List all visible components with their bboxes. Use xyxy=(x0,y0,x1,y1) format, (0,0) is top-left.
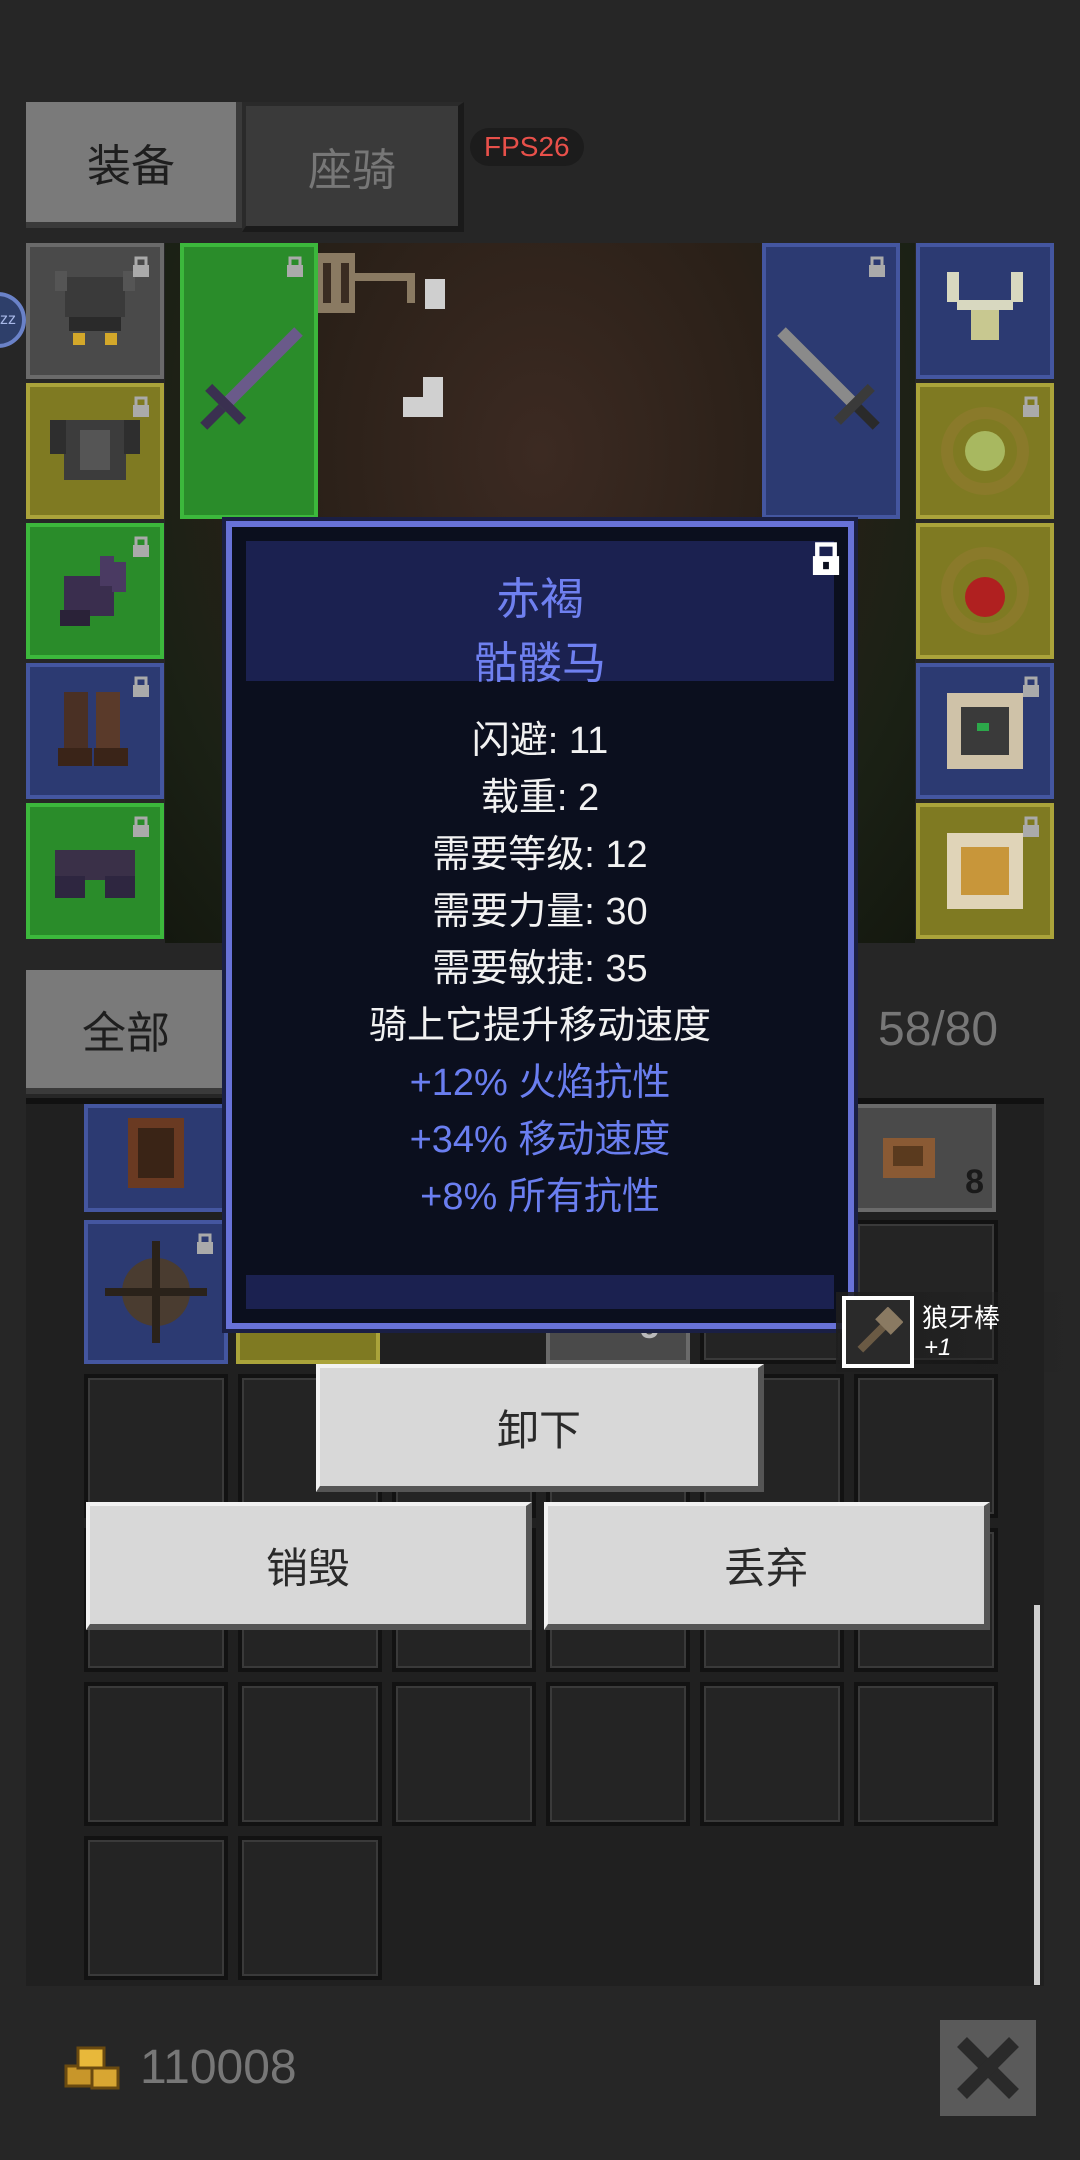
fps-counter: FPS26 xyxy=(470,128,584,166)
helmet-icon xyxy=(55,271,135,345)
destroy-button[interactable]: 销毁 xyxy=(86,1502,532,1630)
stat-line: 需要等级: 12 xyxy=(432,834,648,876)
gold-coins-icon xyxy=(64,2046,120,2090)
stat-line: 需要力量: 30 xyxy=(432,891,648,933)
inventory-cell[interactable] xyxy=(238,1836,382,1980)
item-tooltip: 赤褐 骷髅马 闪避: 11 载重: 2 需要等级: 12 需要力量: 30 需要… xyxy=(222,517,858,1333)
armor-icon xyxy=(50,420,140,480)
drop-button[interactable]: 丢弃 xyxy=(544,1502,990,1630)
lock-icon xyxy=(133,676,149,697)
inventory-item-mace[interactable] xyxy=(84,1220,228,1364)
armor-slot[interactable] xyxy=(26,383,164,519)
lock-icon xyxy=(197,1233,213,1254)
inventory-cell[interactable] xyxy=(546,1682,690,1826)
lock-icon xyxy=(287,256,303,277)
stat-line: 载重: 2 xyxy=(480,777,600,819)
ring-icon xyxy=(941,547,1029,635)
helmet-slot[interactable] xyxy=(26,243,164,379)
inventory-cell[interactable] xyxy=(84,1374,228,1518)
pickup-item-bonus: +1 xyxy=(924,1334,952,1361)
inventory-cell[interactable] xyxy=(84,1682,228,1826)
boots-slot[interactable] xyxy=(26,663,164,799)
skeleton-horse-sprite xyxy=(315,253,445,313)
scroll-icon xyxy=(947,833,1023,909)
item-type: 骷髅马 xyxy=(474,639,606,688)
stat-line: 闪避: 11 xyxy=(471,720,609,762)
item-name: 赤褐 xyxy=(496,575,584,624)
inventory-cell[interactable] xyxy=(238,1682,382,1826)
off-weapon-slot[interactable] xyxy=(762,243,900,519)
glove-slot[interactable] xyxy=(26,523,164,659)
sleep-badge-label: zz xyxy=(0,311,16,328)
pickup-item-icon xyxy=(842,1296,914,1368)
bonus-line: +8% 所有抗性 xyxy=(420,1176,660,1218)
lock-icon xyxy=(133,396,149,417)
filter-all-tab[interactable]: 全部 xyxy=(26,970,232,1094)
lock-icon xyxy=(1023,396,1039,417)
close-icon xyxy=(957,2037,1019,2099)
lock-icon xyxy=(869,256,885,277)
close-button[interactable] xyxy=(940,2020,1036,2116)
inventory-item-armor[interactable] xyxy=(84,1104,228,1212)
stat-line: 骑上它提升移动速度 xyxy=(368,1005,711,1047)
inventory-cell[interactable] xyxy=(700,1682,844,1826)
main-weapon-slot[interactable] xyxy=(180,243,318,519)
inventory-capacity: 58/80 xyxy=(878,1003,999,1056)
scroll-slot-1[interactable] xyxy=(916,663,1054,799)
inventory-item-stack[interactable]: 8 xyxy=(852,1104,996,1212)
inventory-cell[interactable] xyxy=(854,1682,998,1826)
armor-icon xyxy=(128,1118,184,1188)
tab-equipment[interactable]: 装备 xyxy=(26,102,242,228)
scroll-slot-2[interactable] xyxy=(916,803,1054,939)
ring-icon xyxy=(941,407,1029,495)
amulet-icon xyxy=(947,272,1023,340)
tooltip-footer xyxy=(246,1275,834,1309)
ring-slot-2[interactable] xyxy=(916,523,1054,659)
boots-icon xyxy=(58,692,128,766)
amulet-slot[interactable] xyxy=(916,243,1054,379)
pants-icon xyxy=(55,850,135,898)
sleep-badge[interactable]: zz xyxy=(0,292,26,348)
bonus-line: +12% 火焰抗性 xyxy=(409,1062,671,1104)
ring-slot-1[interactable] xyxy=(916,383,1054,519)
stack-count: 8 xyxy=(965,1163,984,1201)
inventory-scrollbar[interactable] xyxy=(1034,1605,1040,1985)
stat-line: 需要敏捷: 35 xyxy=(432,948,648,990)
mace-icon xyxy=(857,1307,903,1353)
sword-icon xyxy=(777,327,880,430)
lock-icon xyxy=(133,816,149,837)
pickup-notification: 狼牙棒 +1 xyxy=(836,1292,1080,1372)
lock-icon xyxy=(1023,676,1039,697)
leather-icon xyxy=(883,1138,936,1178)
pickup-item-name: 狼牙棒 xyxy=(922,1303,1001,1333)
inventory-cell[interactable] xyxy=(392,1682,536,1826)
glove-icon xyxy=(60,556,126,626)
lock-icon xyxy=(133,256,149,277)
lock-icon xyxy=(1023,816,1039,837)
bonus-line: +34% 移动速度 xyxy=(409,1119,671,1161)
pants-slot[interactable] xyxy=(26,803,164,939)
lock-icon xyxy=(133,536,149,557)
unequip-button[interactable]: 卸下 xyxy=(316,1364,764,1492)
inventory-cell[interactable] xyxy=(854,1374,998,1518)
sword-icon xyxy=(200,327,303,430)
scroll-icon xyxy=(947,693,1023,769)
cursor-marker xyxy=(403,377,443,417)
gold-amount: 110008 xyxy=(140,2041,297,2094)
inventory-cell[interactable] xyxy=(84,1836,228,1980)
tab-mount[interactable]: 座骑 xyxy=(242,102,464,232)
